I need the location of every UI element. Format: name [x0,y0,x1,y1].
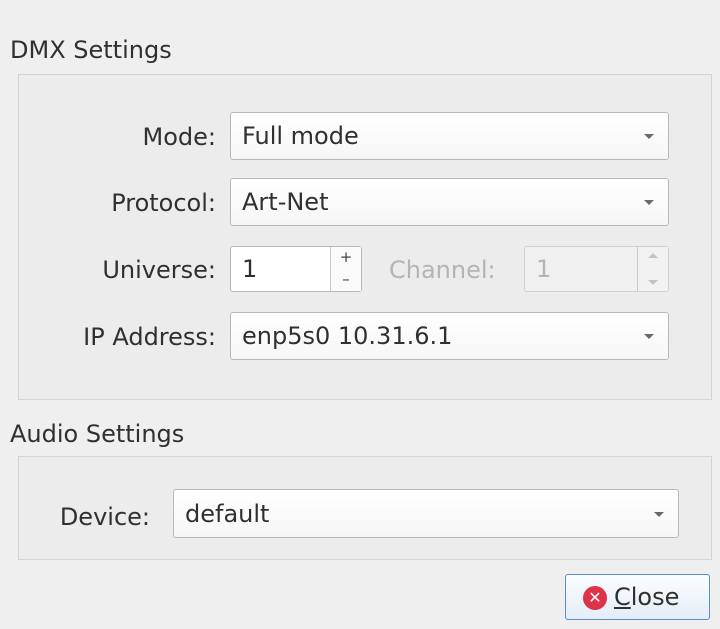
mode-value: Full mode [242,122,359,150]
dmx-settings-title: DMX Settings [10,36,172,64]
universe-value: 1 [242,255,258,283]
audio-settings-title: Audio Settings [10,420,185,448]
chevron-down-icon [654,512,664,517]
protocol-label: Protocol: [111,189,216,217]
ip-address-value: enp5s0 10.31.6.1 [242,322,453,350]
chevron-down-icon [644,200,654,205]
ip-address-combobox[interactable]: enp5s0 10.31.6.1 [230,312,669,360]
protocol-value: Art-Net [242,188,329,216]
close-label-rest: lose [630,583,680,611]
device-value: default [185,500,270,528]
ip-address-label: IP Address: [83,323,216,351]
chevron-up-icon [648,253,658,258]
protocol-combobox[interactable]: Art-Net [230,178,669,226]
channel-spinbox[interactable]: 1 [524,246,669,292]
universe-decrement-button[interactable]: – [331,269,361,291]
chevron-down-icon [644,134,654,139]
chevron-down-icon [648,280,658,285]
universe-label: Universe: [102,256,216,284]
close-button-label: Close [614,583,679,611]
universe-increment-button[interactable]: + [331,247,361,269]
close-mnemonic: C [614,583,631,611]
device-label: Device: [59,503,150,531]
channel-value: 1 [536,255,552,283]
device-combobox[interactable]: default [173,489,679,538]
channel-spin-buttons [637,247,668,291]
mode-combobox[interactable]: Full mode [230,112,669,160]
close-icon: ✕ [583,586,607,610]
universe-spinbox[interactable]: 1 + – [230,246,362,292]
mode-label: Mode: [142,123,216,151]
chevron-down-icon [644,334,654,339]
universe-spin-buttons: + – [330,247,361,291]
close-button[interactable]: ✕ Close [565,574,710,620]
channel-label: Channel: [389,256,496,284]
